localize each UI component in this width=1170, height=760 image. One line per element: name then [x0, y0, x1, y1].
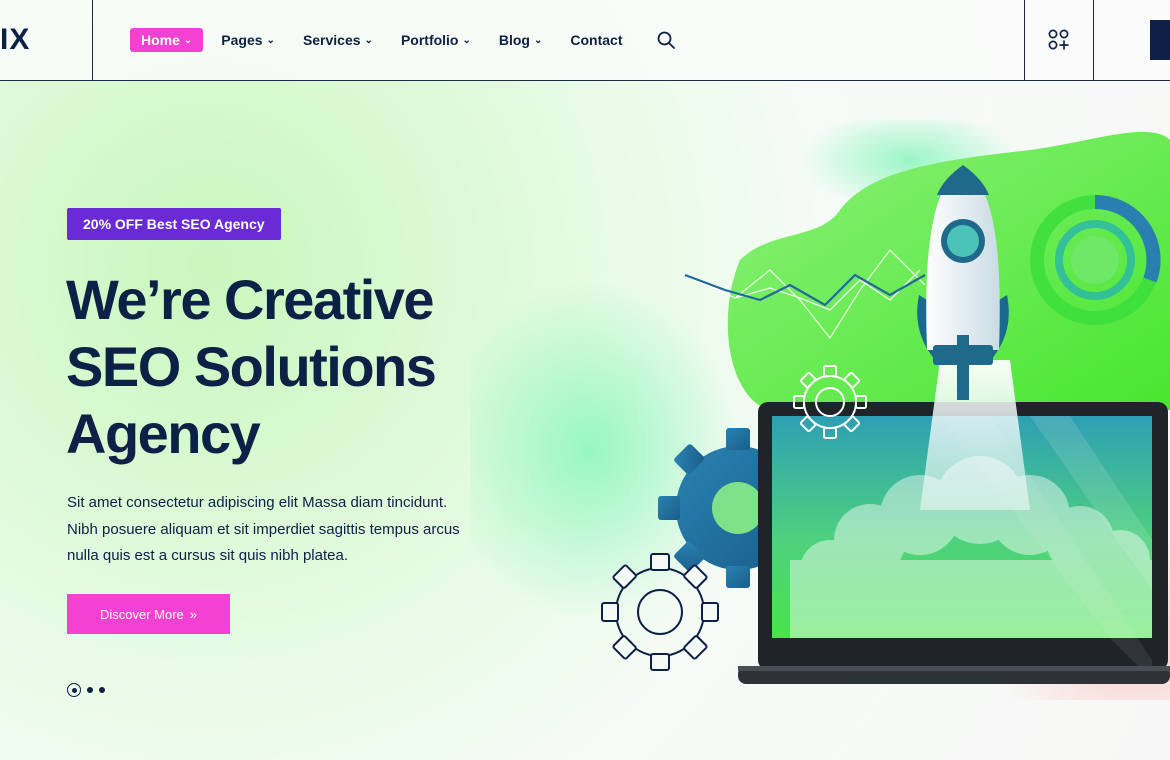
nav-label: Home	[141, 32, 180, 48]
headline-line: Agency	[66, 402, 261, 465]
header-divider	[1093, 0, 1094, 80]
header-cta-button[interactable]	[1150, 20, 1170, 60]
nav-label: Blog	[498, 32, 530, 48]
nav-item-services[interactable]: Services ⌄	[303, 28, 373, 52]
chevron-down-icon: ⌄	[266, 35, 275, 46]
slide-dot[interactable]	[87, 687, 93, 693]
headline-line: We’re Creative	[66, 268, 435, 331]
nav-label: Services	[302, 32, 361, 48]
double-chevron-right-icon: »	[189, 606, 198, 622]
discover-more-button[interactable]: Discover More »	[67, 594, 230, 634]
header-divider	[92, 0, 93, 80]
apps-grid-icon	[1048, 29, 1069, 50]
offer-badge: 20% OFF Best SEO Agency	[67, 208, 281, 240]
logo-text: IX	[0, 23, 31, 56]
chevron-down-icon: ⌄	[364, 35, 373, 46]
search-icon	[657, 31, 675, 49]
nav-item-portfolio[interactable]: Portfolio ⌄	[401, 28, 471, 52]
nav-item-blog[interactable]: Blog ⌄	[499, 28, 543, 52]
hero-description: Sit amet consectetur adipiscing elit Mas…	[67, 494, 460, 564]
site-header: IX Home ⌄ Pages ⌄ Services ⌄ Portfolio ⌄…	[0, 0, 1170, 81]
apps-menu-button[interactable]	[1025, 0, 1093, 80]
offer-badge-text: 20% OFF Best SEO Agency	[83, 216, 265, 232]
chevron-down-icon: ⌄	[462, 35, 471, 46]
nav-item-pages[interactable]: Pages ⌄	[221, 28, 275, 52]
nav-label: Contact	[570, 32, 623, 48]
discover-more-label: Discover More	[99, 606, 184, 622]
chevron-down-icon: ⌄	[183, 35, 193, 46]
headline-line: SEO Solutions	[66, 335, 437, 398]
logo[interactable]: IX	[0, 18, 92, 62]
slide-dot-active[interactable]	[67, 683, 81, 697]
nav-label: Pages	[221, 32, 263, 48]
main-nav: Home ⌄ Pages ⌄ Services ⌄ Portfolio ⌄ Bl…	[130, 28, 651, 52]
hero-headline: We’re Creative SEO Solutions Agency	[66, 266, 526, 467]
chevron-down-icon: ⌄	[533, 35, 543, 46]
nav-label: Portfolio	[400, 32, 459, 48]
hero-illustration	[470, 120, 1170, 700]
slider-pagination	[67, 681, 105, 699]
nav-item-home[interactable]: Home ⌄	[130, 28, 204, 52]
nav-item-contact[interactable]: Contact	[570, 28, 622, 52]
slide-dot[interactable]	[99, 687, 105, 693]
search-button[interactable]	[656, 30, 676, 50]
